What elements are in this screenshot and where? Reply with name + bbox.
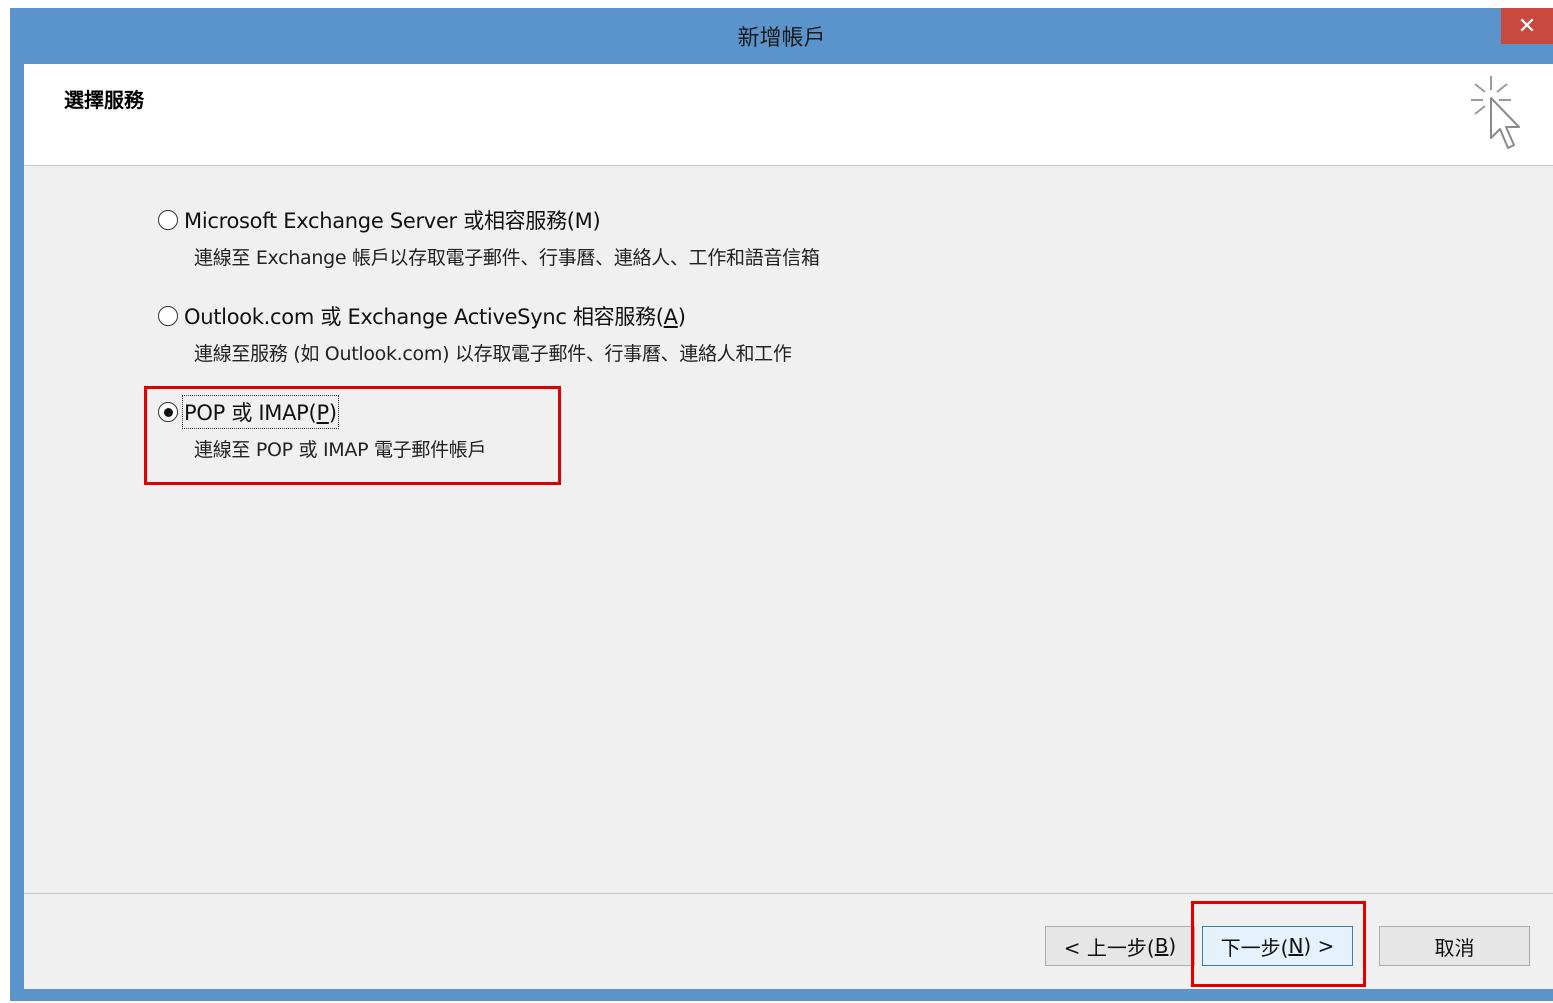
cancel-button[interactable]: 取消 — [1379, 926, 1530, 966]
option-exchange-description: 連線至 Exchange 帳戶以存取電子郵件、行事曆、連絡人、工作和語音信箱 — [194, 247, 820, 269]
option-outlook-activesync-label[interactable]: Outlook.com 或 Exchange ActiveSync 相容服務(A… — [184, 301, 686, 331]
page-title: 選擇服務 — [64, 88, 144, 112]
radio-outlook-activesync[interactable] — [158, 306, 178, 326]
dialog-client-area: 選擇服務 Microsoft Exchange Server 或相容服務(M) — [24, 64, 1553, 989]
highlight-box-next — [1191, 901, 1366, 987]
close-icon: ✕ — [1517, 13, 1537, 39]
option-outlook-activesync[interactable]: Outlook.com 或 Exchange ActiveSync 相容服務(A… — [158, 301, 792, 366]
highlight-box-pop-imap — [144, 386, 561, 485]
option-exchange-label[interactable]: Microsoft Exchange Server 或相容服務(M) — [184, 205, 601, 235]
wizard-cursor-icon — [1471, 76, 1520, 149]
close-button[interactable]: ✕ — [1501, 8, 1553, 44]
title-bar[interactable]: 新增帳戶 ✕ — [10, 8, 1553, 64]
option-exchange[interactable]: Microsoft Exchange Server 或相容服務(M) 連線至 E… — [158, 205, 820, 270]
radio-exchange[interactable] — [158, 210, 178, 230]
footer-divider — [24, 893, 1553, 894]
add-account-dialog: 新增帳戶 ✕ 選擇服務 Microsoft Exchange Server 或相… — [10, 8, 1553, 1001]
option-outlook-activesync-description: 連線至服務 (如 Outlook.com) 以存取電子郵件、行事曆、連絡人和工作 — [194, 343, 792, 365]
back-button[interactable]: < 上一步(B) — [1045, 926, 1195, 966]
window-title: 新增帳戶 — [737, 26, 826, 51]
wizard-header: 選擇服務 — [24, 64, 1553, 166]
